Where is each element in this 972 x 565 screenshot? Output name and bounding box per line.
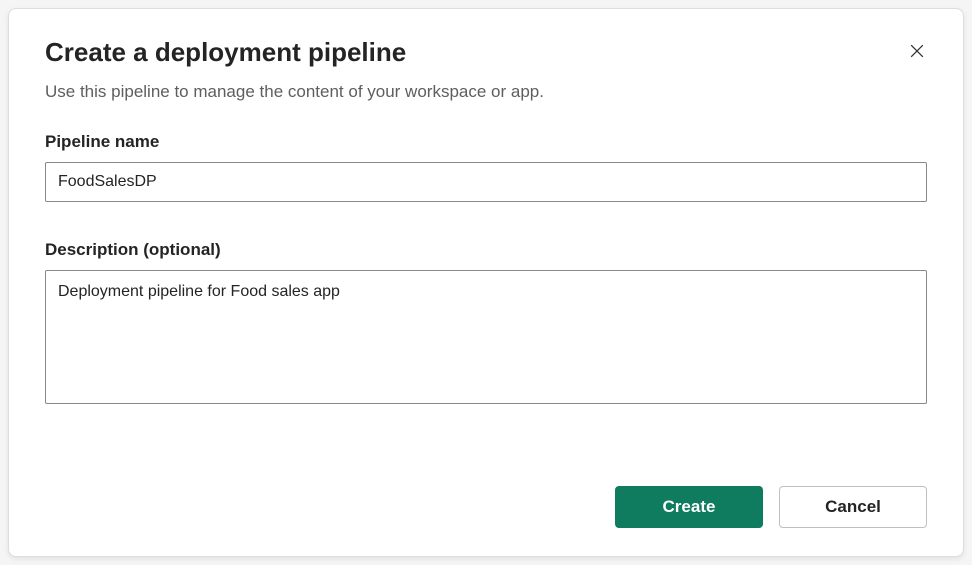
close-icon — [907, 49, 927, 64]
description-input[interactable]: Deployment pipeline for Food sales app — [45, 270, 927, 404]
dialog-footer: Create Cancel — [45, 466, 927, 528]
pipeline-name-label: Pipeline name — [45, 132, 927, 152]
create-button[interactable]: Create — [615, 486, 763, 528]
dialog-subtitle: Use this pipeline to manage the content … — [45, 82, 927, 102]
description-label: Description (optional) — [45, 240, 927, 260]
close-button[interactable] — [903, 37, 931, 68]
cancel-button[interactable]: Cancel — [779, 486, 927, 528]
pipeline-name-input[interactable] — [45, 162, 927, 202]
dialog-title: Create a deployment pipeline — [45, 37, 927, 68]
create-pipeline-dialog: Create a deployment pipeline Use this pi… — [8, 8, 964, 557]
